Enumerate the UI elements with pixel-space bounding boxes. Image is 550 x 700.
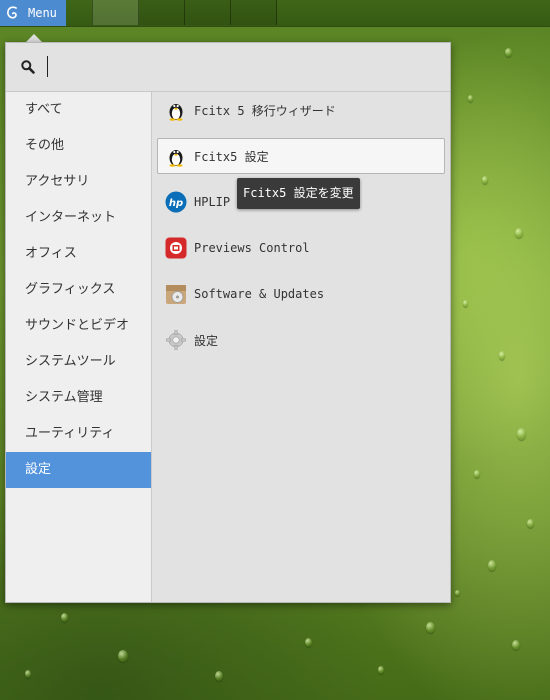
- app-software-updates[interactable]: Software & Updates: [157, 276, 445, 312]
- app-fcitx5-migrator[interactable]: Fcitx 5 移行ウィザード: [157, 92, 445, 128]
- app-label: HPLIP: [194, 195, 231, 209]
- category-graphics[interactable]: グラフィックス: [6, 272, 151, 308]
- water-drop: [512, 640, 520, 650]
- category-utilities[interactable]: ユーティリティ: [6, 416, 151, 452]
- water-drop: [25, 670, 31, 678]
- water-drop: [455, 590, 460, 596]
- software-box-icon: [166, 285, 186, 304]
- water-drop: [118, 650, 128, 662]
- water-drop: [517, 428, 526, 440]
- workspace-4[interactable]: [231, 0, 277, 25]
- water-drop: [61, 613, 68, 622]
- app-previews-control[interactable]: Previews Control: [157, 230, 445, 266]
- app-label: Previews Control: [194, 241, 310, 255]
- menu-button[interactable]: Menu: [0, 0, 66, 26]
- app-fcitx5-config[interactable]: Fcitx5 設定: [157, 138, 445, 174]
- category-settings[interactable]: 設定: [6, 452, 151, 488]
- water-drop: [305, 638, 312, 647]
- application-list: Fcitx 5 移行ウィザード Fcitx5 設定 hp HPLIP Previ…: [157, 92, 445, 368]
- app-label: 設定: [194, 333, 219, 348]
- water-drop: [482, 176, 488, 184]
- category-system-tools[interactable]: システムツール: [6, 344, 151, 380]
- search-bar: [6, 43, 450, 92]
- water-drop: [527, 519, 534, 528]
- menu-button-label: Menu: [28, 6, 57, 20]
- workspace-switcher: [92, 0, 277, 26]
- water-drop: [463, 300, 468, 307]
- tooltip: Fcitx5 設定を変更: [237, 178, 360, 209]
- water-drop: [426, 622, 435, 633]
- search-icon: [21, 60, 35, 74]
- category-sound-video[interactable]: サウンドとビデオ: [6, 308, 151, 344]
- top-panel: Menu: [0, 0, 550, 27]
- category-other[interactable]: その他: [6, 128, 151, 164]
- app-settings[interactable]: 設定: [157, 322, 445, 358]
- gear-icon: [166, 330, 186, 350]
- text-cursor: [47, 56, 48, 77]
- previews-icon: [165, 237, 187, 259]
- application-menu: すべて その他 アクセサリ インターネット オフィス グラフィックス サウンドと…: [5, 42, 451, 603]
- water-drop: [378, 666, 384, 674]
- category-internet[interactable]: インターネット: [6, 200, 151, 236]
- penguin-icon: [169, 104, 183, 121]
- water-drop: [474, 470, 480, 478]
- category-list: すべて その他 アクセサリ インターネット オフィス グラフィックス サウンドと…: [6, 92, 152, 602]
- app-label: Fcitx5 設定: [194, 149, 269, 164]
- water-drop: [505, 48, 512, 57]
- workspace-2[interactable]: [139, 0, 185, 25]
- hp-logo-icon: hp: [165, 191, 187, 213]
- category-administration[interactable]: システム管理: [6, 380, 151, 416]
- app-label: Fcitx 5 移行ウィザード: [194, 103, 336, 118]
- svg-text:hp: hp: [169, 198, 183, 209]
- app-label: Software & Updates: [194, 287, 325, 301]
- search-input[interactable]: [44, 53, 424, 81]
- water-drop: [499, 351, 505, 360]
- water-drop: [215, 671, 223, 681]
- workspace-1[interactable]: [92, 0, 139, 25]
- water-drop: [468, 95, 473, 102]
- menu-popup-arrow: [26, 34, 42, 42]
- penguin-icon: [169, 150, 183, 167]
- water-drop: [488, 560, 496, 571]
- debian-swirl-icon: [7, 6, 17, 19]
- category-office[interactable]: オフィス: [6, 236, 151, 272]
- workspace-3[interactable]: [185, 0, 231, 25]
- category-all[interactable]: すべて: [6, 92, 151, 128]
- category-accessories[interactable]: アクセサリ: [6, 164, 151, 200]
- water-drop: [515, 228, 523, 238]
